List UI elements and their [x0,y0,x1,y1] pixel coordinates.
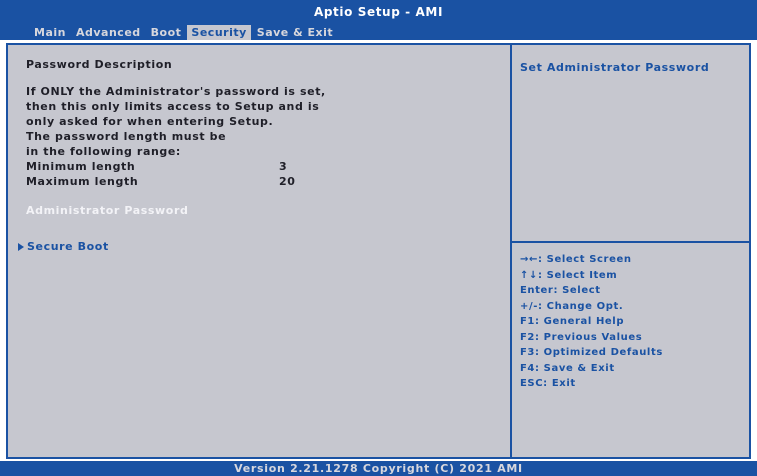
key-hint: F3: Optimized Defaults [520,347,663,358]
key-legend: →←: Select Screen ↑↓: Select Item Enter:… [520,252,663,392]
key-hint: F1: General Help [520,316,625,327]
submenu-arrow-icon [18,242,24,251]
help-text: Set Administrator Password [520,61,710,74]
description-line: in the following range: [26,145,181,158]
description-line: If ONLY the Administrator's password is … [26,85,326,98]
vertical-divider [510,45,512,457]
secure-boot-submenu[interactable]: Secure Boot [18,240,109,253]
tab-security[interactable]: Security [187,25,251,40]
horizontal-divider [512,241,749,243]
tab-save-exit[interactable]: Save & Exit [253,25,337,40]
max-length-label: Maximum length [26,175,139,188]
section-title: Password Description [26,58,173,71]
tab-boot[interactable]: Boot [147,25,186,40]
key-hint: Enter: Select [520,285,601,296]
key-hint: F2: Previous Values [520,331,643,343]
key-hint: →←: Select Screen [520,254,632,265]
administrator-password-item[interactable]: Administrator Password [26,203,496,218]
settings-pane: Password Description If ONLY the Adminis… [26,57,496,218]
tab-main[interactable]: Main [30,25,70,40]
bios-screen: Aptio Setup - AMI Main Advanced Boot Sec… [0,0,757,476]
min-length-value: 3 [279,160,288,173]
footer-bar: Version 2.21.1278 Copyright (C) 2021 AMI [0,461,757,476]
key-hint: F4: Save & Exit [520,362,615,374]
min-length-label: Minimum length [26,160,136,173]
key-hint: ↑↓: Select Item [520,269,618,281]
version-text: Version 2.21.1278 Copyright (C) 2021 AMI [234,462,523,475]
main-panel: Password Description If ONLY the Adminis… [6,43,751,459]
key-hint: +/-: Change Opt. [520,300,624,312]
description-line: The password length must be [26,130,227,143]
description-line: only asked for when entering Setup. [26,115,274,128]
secure-boot-label: Secure Boot [27,240,109,253]
max-length-row: Maximum length 20 [26,174,496,189]
min-length-row: Minimum length 3 [26,159,496,174]
menu-tabs: Main Advanced Boot Security Save & Exit [30,25,339,40]
description-line: then this only limits access to Setup an… [26,100,320,113]
header-bar: Aptio Setup - AMI Main Advanced Boot Sec… [0,0,757,40]
window-title: Aptio Setup - AMI [313,5,444,19]
max-length-value: 20 [279,175,296,188]
key-hint: ESC: Exit [520,378,576,389]
tab-advanced[interactable]: Advanced [72,25,145,40]
